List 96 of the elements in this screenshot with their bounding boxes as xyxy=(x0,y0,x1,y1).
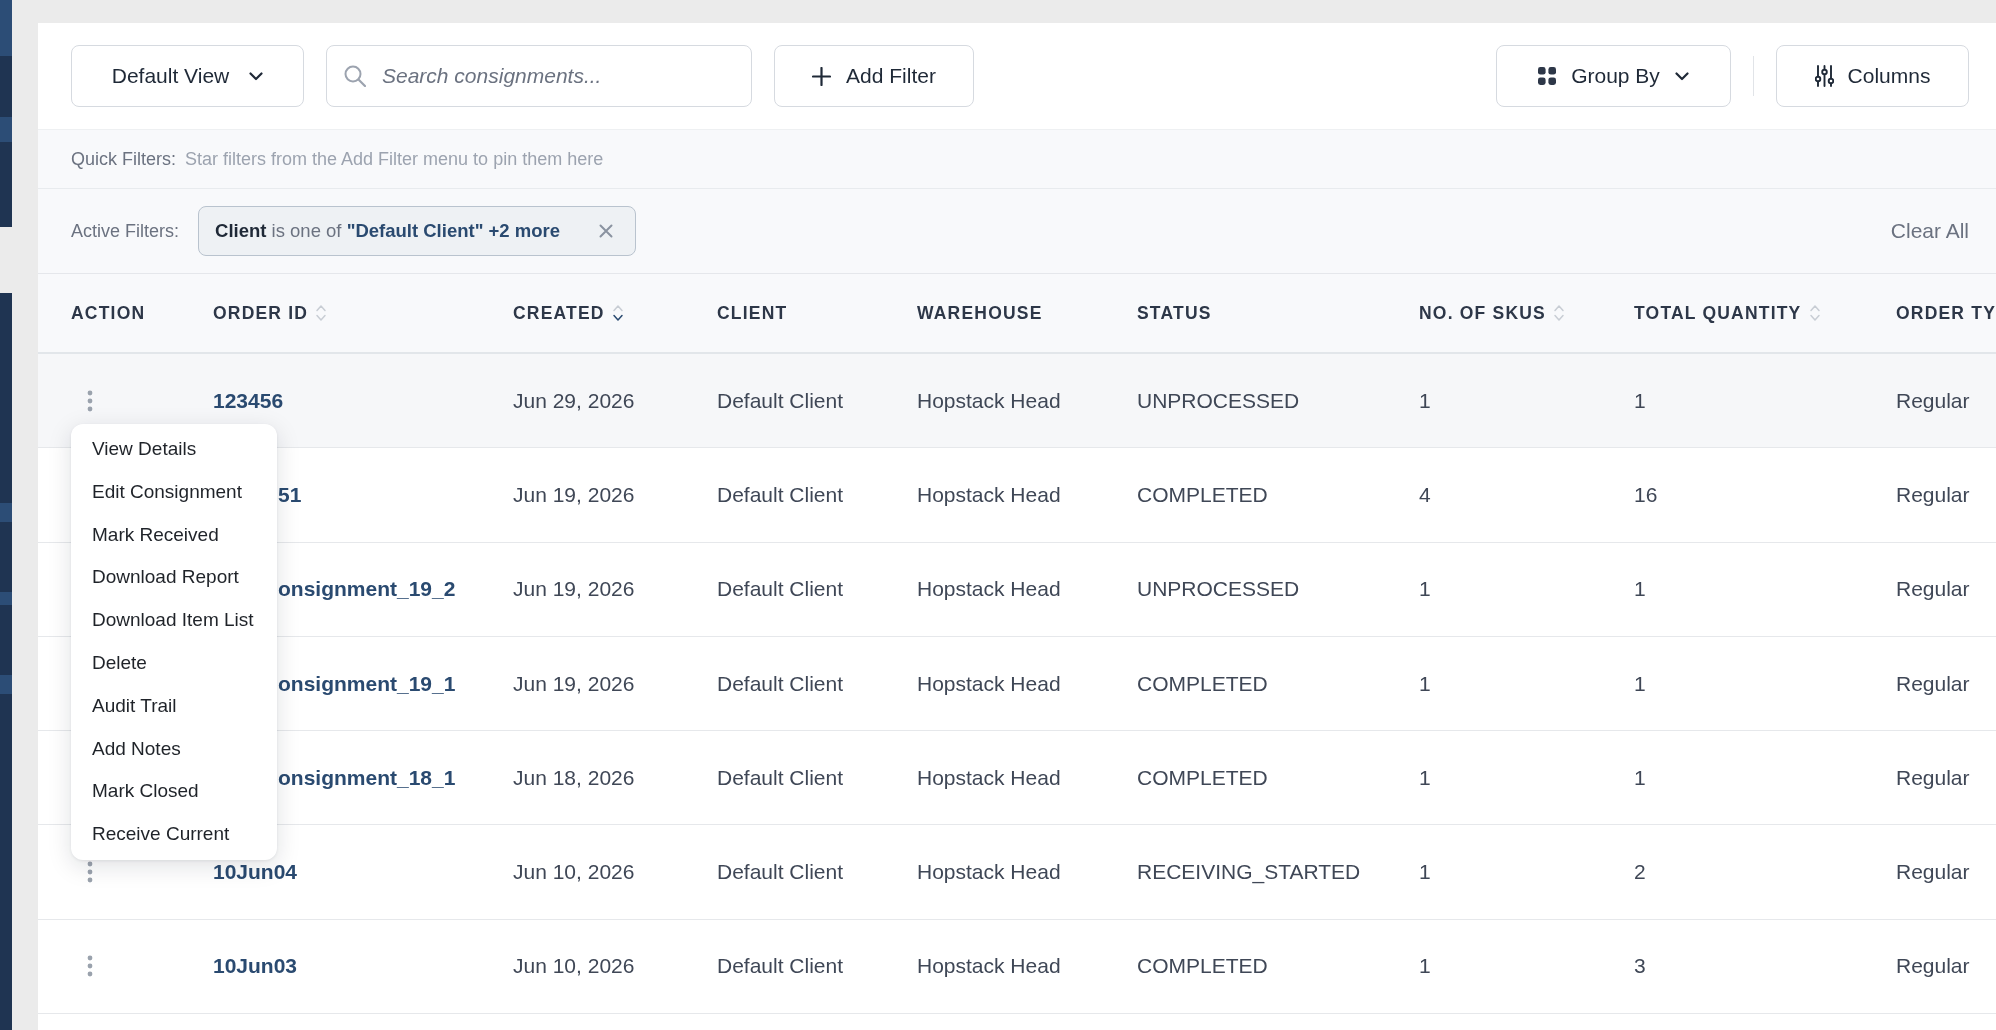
quick-filters-hint: Star filters from the Add Filter menu to pin them here xyxy=(185,148,604,170)
table-cell: 16 xyxy=(1634,482,1658,507)
plus-icon xyxy=(812,66,832,86)
menu-item[interactable]: Delete xyxy=(71,642,277,685)
table-cell: 1 xyxy=(1419,860,1431,885)
table-cell: RECEIVING_STARTED xyxy=(1137,860,1361,885)
column-header: WAREHOUSE xyxy=(917,302,1043,324)
table-cell: Hopstack Head xyxy=(917,388,1061,413)
table-cell: COMPLETED xyxy=(1137,482,1268,507)
table-cell: UNPROCESSED xyxy=(1137,577,1300,602)
table-cell: COMPLETED xyxy=(1137,765,1268,790)
table-cell: Regular xyxy=(1896,388,1970,413)
sort-icon[interactable] xyxy=(611,303,624,323)
clear-all-link[interactable]: Clear All xyxy=(1890,219,1969,243)
table-cell: Jun 18, 2026 xyxy=(513,765,635,790)
table-cell: Hopstack Head xyxy=(917,954,1061,979)
table-cell: 1 xyxy=(1634,577,1646,602)
kebab-menu-icon[interactable] xyxy=(87,389,93,412)
column-header: ACTION xyxy=(71,302,146,324)
kebab-menu-icon[interactable] xyxy=(87,861,93,884)
sliders-icon xyxy=(1814,65,1834,87)
columns-button[interactable]: Columns xyxy=(1776,45,1969,107)
column-header: STATUS xyxy=(1137,302,1212,324)
table-cell: Jun 19, 2026 xyxy=(513,671,635,696)
chevron-down-icon xyxy=(249,71,264,81)
kebab-menu-icon[interactable] xyxy=(87,955,93,978)
column-header[interactable]: ORDER ID xyxy=(213,302,309,324)
menu-item[interactable]: Edit Consignment xyxy=(71,470,277,514)
table-cell: Default Client xyxy=(717,765,844,790)
table-cell: 1 xyxy=(1634,388,1646,413)
table-cell: 3 xyxy=(1634,954,1646,979)
filter-chip-label: Client is one of "Default Client" +2 more xyxy=(215,220,561,242)
table-cell: Hopstack Head xyxy=(917,765,1061,790)
menu-item[interactable]: Receive Current xyxy=(71,813,277,856)
table-cell: 1 xyxy=(1634,765,1646,790)
add-filter-button[interactable]: Add Filter xyxy=(774,45,974,107)
table-cell: Default Client xyxy=(717,671,844,696)
table-cell: 1 xyxy=(1634,671,1646,696)
table-cell: Default Client xyxy=(717,860,844,885)
table-cell: Default Client xyxy=(717,577,844,602)
group-by-button[interactable]: Group By xyxy=(1496,45,1731,107)
table-cell: 1 xyxy=(1419,765,1431,790)
table-cell: Regular xyxy=(1896,765,1970,790)
table-cell: Default Client xyxy=(717,954,844,979)
order-id-link[interactable]: onsignment_19_2 xyxy=(278,577,456,602)
table-cell: Jun 19, 2026 xyxy=(513,482,635,507)
table-cell: Default Client xyxy=(717,482,844,507)
table-cell: 1 xyxy=(1419,577,1431,602)
table-cell: Jun 19, 2026 xyxy=(513,577,635,602)
table-cell: Jun 10, 2026 xyxy=(513,954,635,979)
table-cell: Jun 10, 2026 xyxy=(513,860,635,885)
table-cell: Regular xyxy=(1896,860,1970,885)
table-cell: Regular xyxy=(1896,954,1970,979)
table-cell: 4 xyxy=(1419,482,1431,507)
column-header[interactable]: NO. OF SKUS xyxy=(1419,302,1546,324)
order-id-link[interactable]: onsignment_18_1 xyxy=(278,765,456,790)
table-cell: 1 xyxy=(1419,388,1431,413)
table-cell: Hopstack Head xyxy=(917,671,1061,696)
table-cell: Hopstack Head xyxy=(917,577,1061,602)
column-header: ORDER TY xyxy=(1896,302,1996,324)
close-icon[interactable] xyxy=(599,224,614,238)
table-cell: 1 xyxy=(1419,954,1431,979)
order-id-link[interactable]: 10Jun03 xyxy=(213,954,298,979)
table-cell: Default Client xyxy=(717,388,844,413)
column-header[interactable]: CREATED xyxy=(513,302,605,324)
menu-item[interactable]: Audit Trail xyxy=(71,684,277,728)
order-id-link[interactable]: 10Jun04 xyxy=(213,860,298,885)
table-cell: Hopstack Head xyxy=(917,860,1061,885)
grid-icon xyxy=(1538,67,1557,85)
table-cell: Regular xyxy=(1896,577,1970,602)
table-cell: 1 xyxy=(1419,671,1431,696)
column-header[interactable]: TOTAL QUANTITY xyxy=(1634,302,1802,324)
menu-item[interactable]: Add Notes xyxy=(71,727,277,771)
menu-item[interactable]: View Details xyxy=(71,428,277,471)
search-field[interactable]: Search consignments... xyxy=(326,45,752,107)
table-cell: 2 xyxy=(1634,860,1646,885)
order-id-link[interactable]: 51 xyxy=(278,482,302,507)
view-dropdown-button[interactable]: Default View xyxy=(71,45,304,107)
menu-item[interactable]: Download Item List xyxy=(71,599,277,642)
quick-filters-label: Quick Filters: xyxy=(71,148,176,170)
order-id-link[interactable]: onsignment_19_1 xyxy=(278,671,456,696)
menu-item[interactable]: Download Report xyxy=(71,556,277,600)
table-cell: Regular xyxy=(1896,671,1970,696)
order-id-link[interactable]: 123456 xyxy=(213,388,284,413)
menu-item[interactable]: Mark Closed xyxy=(71,770,277,814)
table-cell: Regular xyxy=(1896,482,1970,507)
active-filters-label: Active Filters: xyxy=(71,220,180,242)
table-cell: COMPLETED xyxy=(1137,671,1268,696)
table-cell: COMPLETED xyxy=(1137,954,1268,979)
search-icon xyxy=(344,65,366,87)
menu-item[interactable]: Mark Received xyxy=(71,513,277,557)
table-cell: Jun 29, 2026 xyxy=(513,388,635,413)
chevron-down-icon xyxy=(1674,71,1689,81)
table-cell: UNPROCESSED xyxy=(1137,388,1300,413)
column-header: CLIENT xyxy=(717,302,788,324)
table-cell: Hopstack Head xyxy=(917,482,1061,507)
